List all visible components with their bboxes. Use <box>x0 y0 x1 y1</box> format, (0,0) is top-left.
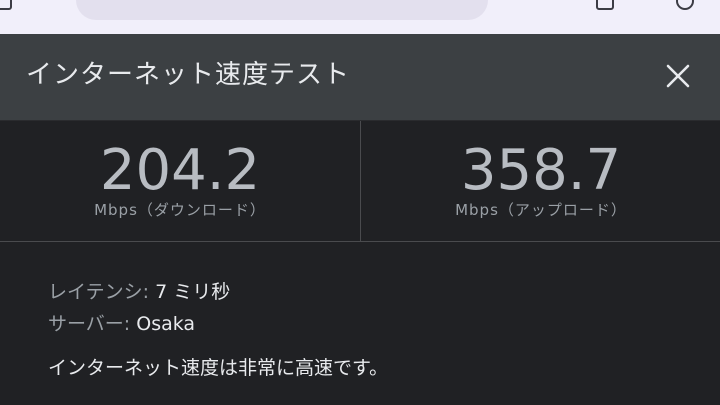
address-bar[interactable] <box>76 0 488 20</box>
latency-label: レイテンシ: <box>48 281 150 303</box>
browser-toolbar <box>0 0 720 34</box>
close-button[interactable] <box>658 56 698 96</box>
latency-row: レイテンシ: 7 ミリ秒 <box>48 276 688 308</box>
server-row: サーバー: Osaka <box>48 308 688 340</box>
download-metric: 204.2 Mbps（ダウンロード） <box>0 121 360 241</box>
upload-speed-value: 358.7 <box>460 138 622 203</box>
more-options-icon[interactable] <box>676 0 694 10</box>
test-details: レイテンシ: 7 ミリ秒 サーバー: Osaka インターネット速度は非常に高速… <box>48 276 688 384</box>
upload-metric: 358.7 Mbps（アップロード） <box>360 121 720 241</box>
speed-metrics: 204.2 Mbps（ダウンロード） 358.7 Mbps（アップロード） <box>0 121 720 242</box>
speed-test-header: インターネット速度テスト <box>0 34 720 121</box>
browser-menu-icon[interactable] <box>0 0 12 10</box>
download-speed-unit: Mbps（ダウンロード） <box>94 201 266 219</box>
latency-value: 7 ミリ秒 <box>149 281 231 303</box>
server-label: サーバー: <box>48 313 131 335</box>
upload-speed-unit: Mbps（アップロード） <box>455 201 627 219</box>
close-icon <box>666 64 690 88</box>
server-value: Osaka <box>130 313 196 335</box>
speed-summary: インターネット速度は非常に高速です。 <box>48 357 389 379</box>
download-speed-value: 204.2 <box>99 138 261 203</box>
tabs-icon[interactable] <box>596 0 614 10</box>
page-title: インターネット速度テスト <box>26 60 351 90</box>
